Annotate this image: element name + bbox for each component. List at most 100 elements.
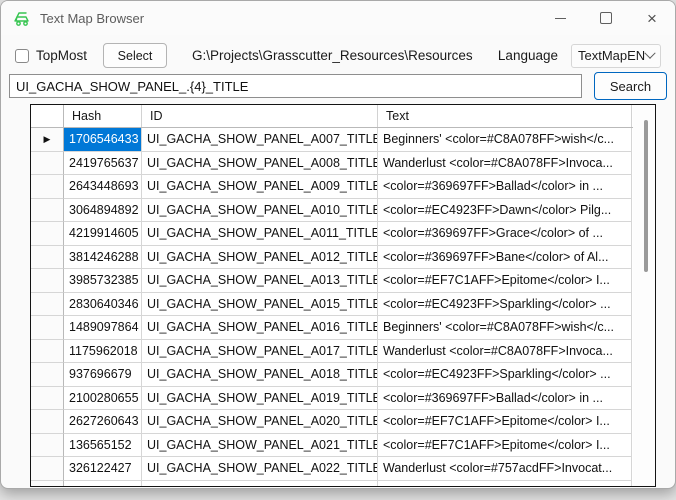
id-cell[interactable]: UI_GACHA_SHOW_PANEL_A021_TITLE [142,434,378,458]
hash-cell[interactable]: 136565152 [64,434,142,458]
id-cell[interactable]: UI_GACHA_SHOW_PANEL_A011_TITLE [142,222,378,246]
text-cell[interactable]: Beginners' <color=#C8A078FF>wish</c... [378,128,632,152]
row-selector-cell[interactable] [31,316,64,340]
table-row-partial[interactable] [31,481,655,488]
resources-path: G:\Projects\Grasscutter_Resources\Resour… [192,48,473,63]
id-cell[interactable]: UI_GACHA_SHOW_PANEL_A007_TITLE [142,128,378,152]
row-selector-cell[interactable] [31,293,64,317]
language-selected-value: TextMapEN [578,48,646,63]
table-row[interactable]: 2627260643 UI_GACHA_SHOW_PANEL_A020_TITL… [31,410,655,434]
id-cell[interactable]: UI_GACHA_SHOW_PANEL_A015_TITLE [142,293,378,317]
text-cell[interactable]: <color=#EC4923FF>Sparkling</color> ... [378,293,632,317]
row-selector-cell[interactable] [31,363,64,387]
hash-cell[interactable]: 4219914605 [64,222,142,246]
row-selector-cell[interactable] [31,222,64,246]
minimize-button[interactable] [537,1,583,35]
row-selector-cell[interactable] [31,246,64,270]
row-selector-cell[interactable] [31,175,64,199]
table-row[interactable]: 3064894892 UI_GACHA_SHOW_PANEL_A010_TITL… [31,199,655,223]
id-cell[interactable]: UI_GACHA_SHOW_PANEL_A019_TITLE [142,387,378,411]
hash-cell[interactable]: 1489097864 [64,316,142,340]
id-cell[interactable]: UI_GACHA_SHOW_PANEL_A012_TITLE [142,246,378,270]
text-cell[interactable]: Wanderlust <color=#C8A078FF>Invoca... [378,152,632,176]
text-cell[interactable]: <color=#369697FF>Ballad</color> in ... [378,387,632,411]
row-selector-cell[interactable] [31,481,64,488]
row-selector-cell[interactable]: ▶ [31,128,64,152]
table-row[interactable]: 2100280655 UI_GACHA_SHOW_PANEL_A019_TITL… [31,387,655,411]
id-cell[interactable]: UI_GACHA_SHOW_PANEL_A010_TITLE [142,199,378,223]
text-cell[interactable]: Wanderlust <color=#757acdFF>Invocat... [378,457,632,481]
chevron-down-icon [644,47,655,58]
toolbar: TopMost Select G:\Projects\Grasscutter_R… [1,42,675,69]
table-row[interactable]: 3985732385 UI_GACHA_SHOW_PANEL_A013_TITL… [31,269,655,293]
id-cell[interactable]: UI_GACHA_SHOW_PANEL_A013_TITLE [142,269,378,293]
row-selector-cell[interactable] [31,152,64,176]
vertical-scrollbar-thumb[interactable] [644,120,648,272]
table-row[interactable]: 2830640346 UI_GACHA_SHOW_PANEL_A015_TITL… [31,293,655,317]
hash-cell[interactable]: 1706546433 [64,128,142,152]
hash-cell[interactable]: 2643448693 [64,175,142,199]
id-cell[interactable]: UI_GACHA_SHOW_PANEL_A016_TITLE [142,316,378,340]
table-row[interactable]: ▶ 1706546433 UI_GACHA_SHOW_PANEL_A007_TI… [31,128,655,152]
hash-cell[interactable]: 937696679 [64,363,142,387]
id-cell[interactable]: UI_GACHA_SHOW_PANEL_A009_TITLE [142,175,378,199]
id-cell[interactable]: UI_GACHA_SHOW_PANEL_A018_TITLE [142,363,378,387]
text-cell[interactable]: <color=#369697FF>Ballad</color> in ... [378,175,632,199]
id-cell[interactable]: UI_GACHA_SHOW_PANEL_A008_TITLE [142,152,378,176]
table-row[interactable]: 326122427 UI_GACHA_SHOW_PANEL_A022_TITLE… [31,457,655,481]
text-cell[interactable]: <color=#369697FF>Grace</color> of ... [378,222,632,246]
id-cell[interactable]: UI_GACHA_SHOW_PANEL_A020_TITLE [142,410,378,434]
close-button[interactable]: × [629,1,675,35]
language-select[interactable]: TextMapEN [571,44,661,68]
select-button[interactable]: Select [103,43,167,68]
hash-cell[interactable]: 3064894892 [64,199,142,223]
hash-cell[interactable]: 2100280655 [64,387,142,411]
table-row[interactable]: 937696679 UI_GACHA_SHOW_PANEL_A018_TITLE… [31,363,655,387]
row-selector-cell[interactable] [31,410,64,434]
topmost-checkbox-group[interactable]: TopMost [15,48,87,63]
table-row[interactable]: 1175962018 UI_GACHA_SHOW_PANEL_A017_TITL… [31,340,655,364]
id-cell[interactable] [142,481,378,488]
hash-cell[interactable]: 3814246288 [64,246,142,270]
column-header-text[interactable]: Text [378,105,632,127]
table-row[interactable]: 2419765637 UI_GACHA_SHOW_PANEL_A008_TITL… [31,152,655,176]
hash-cell[interactable] [64,481,142,488]
column-header-hash[interactable]: Hash [64,105,142,127]
table-row[interactable]: 1489097864 UI_GACHA_SHOW_PANEL_A016_TITL… [31,316,655,340]
text-cell[interactable]: Beginners' <color=#C8A078FF>wish</c... [378,316,632,340]
text-cell[interactable]: <color=#EC4923FF>Dawn</color> Pilg... [378,199,632,223]
maximize-button[interactable] [583,1,629,35]
search-button[interactable]: Search [594,72,667,100]
search-input[interactable] [9,74,582,98]
row-selector-cell[interactable] [31,340,64,364]
hash-cell[interactable]: 326122427 [64,457,142,481]
text-cell[interactable]: Wanderlust <color=#C8A078FF>Invoca... [378,340,632,364]
id-cell[interactable]: UI_GACHA_SHOW_PANEL_A017_TITLE [142,340,378,364]
hash-cell[interactable]: 1175962018 [64,340,142,364]
text-cell[interactable]: <color=#369697FF>Bane</color> of Al... [378,246,632,270]
hash-cell[interactable]: 2419765637 [64,152,142,176]
hash-cell[interactable]: 3985732385 [64,269,142,293]
text-cell[interactable]: <color=#EF7C1AFF>Epitome</color> I... [378,410,632,434]
topmost-label: TopMost [36,48,87,63]
column-header-id[interactable]: ID [142,105,378,127]
id-cell[interactable]: UI_GACHA_SHOW_PANEL_A022_TITLE [142,457,378,481]
hash-cell[interactable]: 2830640346 [64,293,142,317]
table-row[interactable]: 2643448693 UI_GACHA_SHOW_PANEL_A009_TITL… [31,175,655,199]
row-selector-cell[interactable] [31,387,64,411]
row-selector-cell[interactable] [31,199,64,223]
row-selector-cell[interactable] [31,269,64,293]
text-cell[interactable]: <color=#EC4923FF>Sparkling</color> ... [378,363,632,387]
vertical-scrollbar[interactable] [633,105,655,486]
topmost-checkbox[interactable] [15,49,29,63]
hash-cell[interactable]: 2627260643 [64,410,142,434]
table-row[interactable]: 3814246288 UI_GACHA_SHOW_PANEL_A012_TITL… [31,246,655,270]
textmap-data-grid: Hash ID Text ▶ 1706546433 UI_GACHA_SHOW_… [30,104,656,487]
table-row[interactable]: 4219914605 UI_GACHA_SHOW_PANEL_A011_TITL… [31,222,655,246]
row-selector-cell[interactable] [31,434,64,458]
table-row[interactable]: 136565152 UI_GACHA_SHOW_PANEL_A021_TITLE… [31,434,655,458]
text-cell[interactable]: <color=#EF7C1AFF>Epitome</color> I... [378,269,632,293]
row-selector-cell[interactable] [31,457,64,481]
text-cell[interactable]: <color=#EF7C1AFF>Epitome</color> I... [378,434,632,458]
text-cell[interactable] [378,481,632,488]
